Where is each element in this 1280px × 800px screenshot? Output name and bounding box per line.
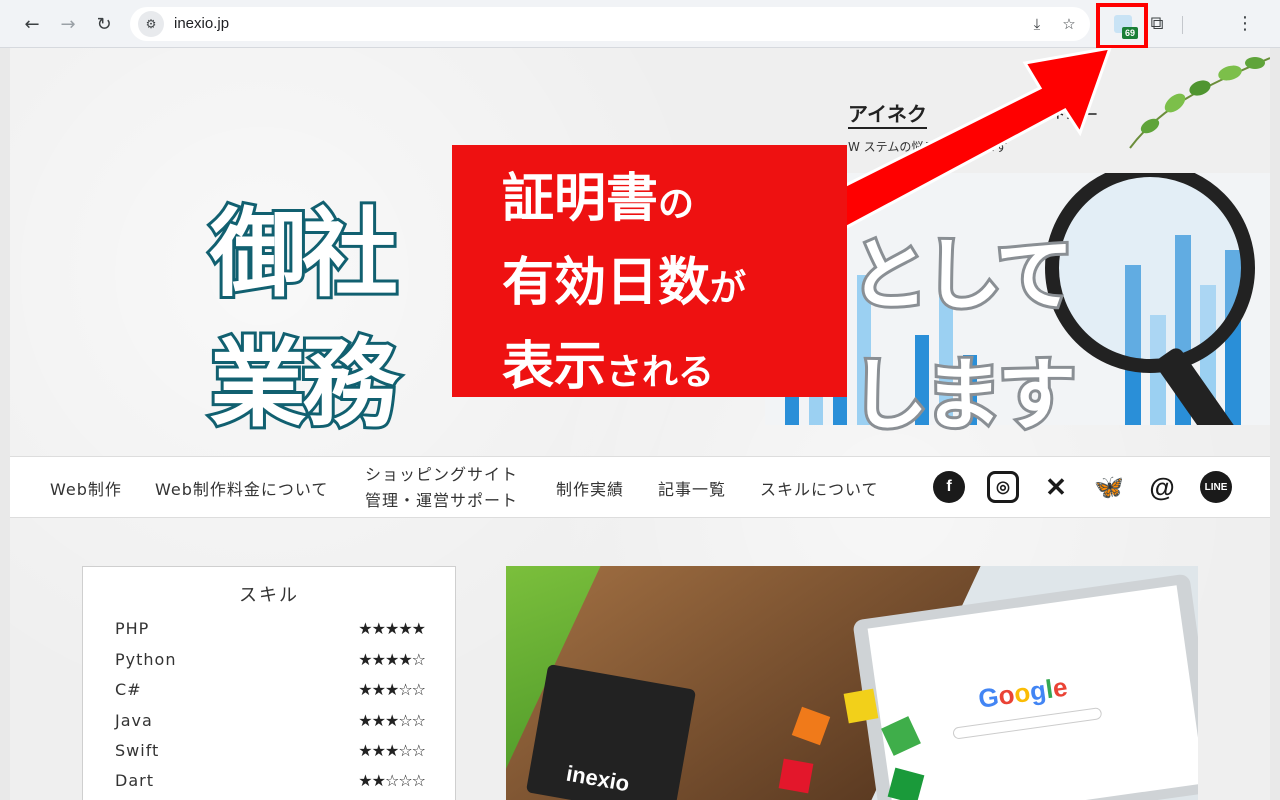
browser-toolbar: ← → ↻ ⚙ inexio.jp ⤓ ☆ 69 ⧉ ⋮ [0, 0, 1280, 49]
toolbar-divider [1182, 16, 1183, 34]
google-logo: Google [976, 671, 1070, 714]
facebook-icon[interactable]: f [933, 471, 965, 503]
nav-web-production[interactable]: Web制作 [50, 457, 122, 519]
laptop-screen: Google [867, 585, 1198, 800]
skill-row: C# ★★★☆☆ [115, 680, 426, 699]
threads-icon[interactable]: @ [1146, 471, 1178, 503]
site-navigation: Web制作 Web制作料金について ショッピングサイト 管理・運営サポート 制作実… [10, 456, 1270, 518]
nav-shopping-support[interactable]: ショッピングサイト 管理・運営サポート [365, 457, 518, 519]
install-app-icon[interactable]: ⤓ [1026, 13, 1048, 35]
hero-text-2b: します [847, 348, 1079, 444]
extension-badge: 69 [1122, 27, 1139, 39]
skill-row: PHP ★★★★★ [115, 619, 426, 638]
hero-text-2a: 業務 [207, 325, 401, 443]
skills-title: スキル [239, 585, 299, 606]
color-tag [843, 688, 879, 724]
callout-line-3: 表示される [502, 337, 715, 397]
site-settings-icon[interactable]: ⚙ [138, 11, 164, 37]
extension-highlight: 69 [1096, 3, 1148, 49]
callout-line-1: 証明書の [502, 169, 695, 229]
star-rating: ★★★★★ [358, 619, 426, 638]
callout-line-2: 有効日数が [502, 253, 747, 313]
address-bar[interactable]: ⚙ inexio.jp ⤓ ☆ [130, 7, 1090, 41]
skills-panel: スキル PHP ★★★★★ Python ★★★★☆ C# ★★★☆☆ Java… [82, 566, 456, 800]
url-text[interactable]: inexio.jp [174, 15, 229, 32]
bluesky-icon[interactable]: 🦋 [1093, 471, 1125, 503]
line-icon[interactable]: LINE [1200, 471, 1232, 503]
browser-menu-icon[interactable]: ⋮ [1234, 12, 1256, 34]
star-rating: ★★★☆☆ [358, 680, 426, 699]
color-tag [778, 758, 814, 794]
callout-box: 証明書の 有効日数が 表示される [452, 145, 847, 397]
star-rating: ★★★☆☆ [358, 741, 426, 760]
bookmark-star-icon[interactable]: ☆ [1058, 13, 1080, 35]
star-rating: ★★★★☆ [358, 650, 426, 669]
instagram-icon[interactable]: ◎ [987, 471, 1019, 503]
reload-icon[interactable]: ↻ [90, 10, 118, 38]
forward-arrow-icon[interactable]: → [54, 10, 82, 38]
extensions-puzzle-icon[interactable]: ⧉ [1146, 12, 1168, 34]
nav-works[interactable]: 制作実績 [556, 457, 624, 519]
vine-decoration [1129, 57, 1270, 149]
skill-row: Dart ★★☆☆☆ [115, 771, 426, 790]
x-icon[interactable]: ✕ [1040, 471, 1072, 503]
star-rating: ★★☆☆☆ [358, 771, 426, 790]
nav-skills[interactable]: スキルについて [760, 457, 879, 519]
skill-row: Python ★★★★☆ [115, 650, 426, 669]
web-page: アイネク のサイトドクター W ステムの悩みを解決します 御社 業務 として し… [10, 48, 1270, 800]
star-rating: ★★★☆☆ [358, 711, 426, 730]
hero-text-1a: 御社 [207, 195, 401, 313]
skill-row: Swift ★★★☆☆ [115, 741, 426, 760]
google-search-bar [952, 706, 1103, 740]
back-arrow-icon[interactable]: ← [18, 10, 46, 38]
red-callout-arrow [820, 48, 1112, 230]
feature-image: Google inexio [506, 566, 1198, 800]
nav-web-pricing[interactable]: Web制作料金について [155, 457, 328, 519]
skill-row: Java ★★★☆☆ [115, 711, 426, 730]
nav-articles[interactable]: 記事一覧 [658, 457, 726, 519]
